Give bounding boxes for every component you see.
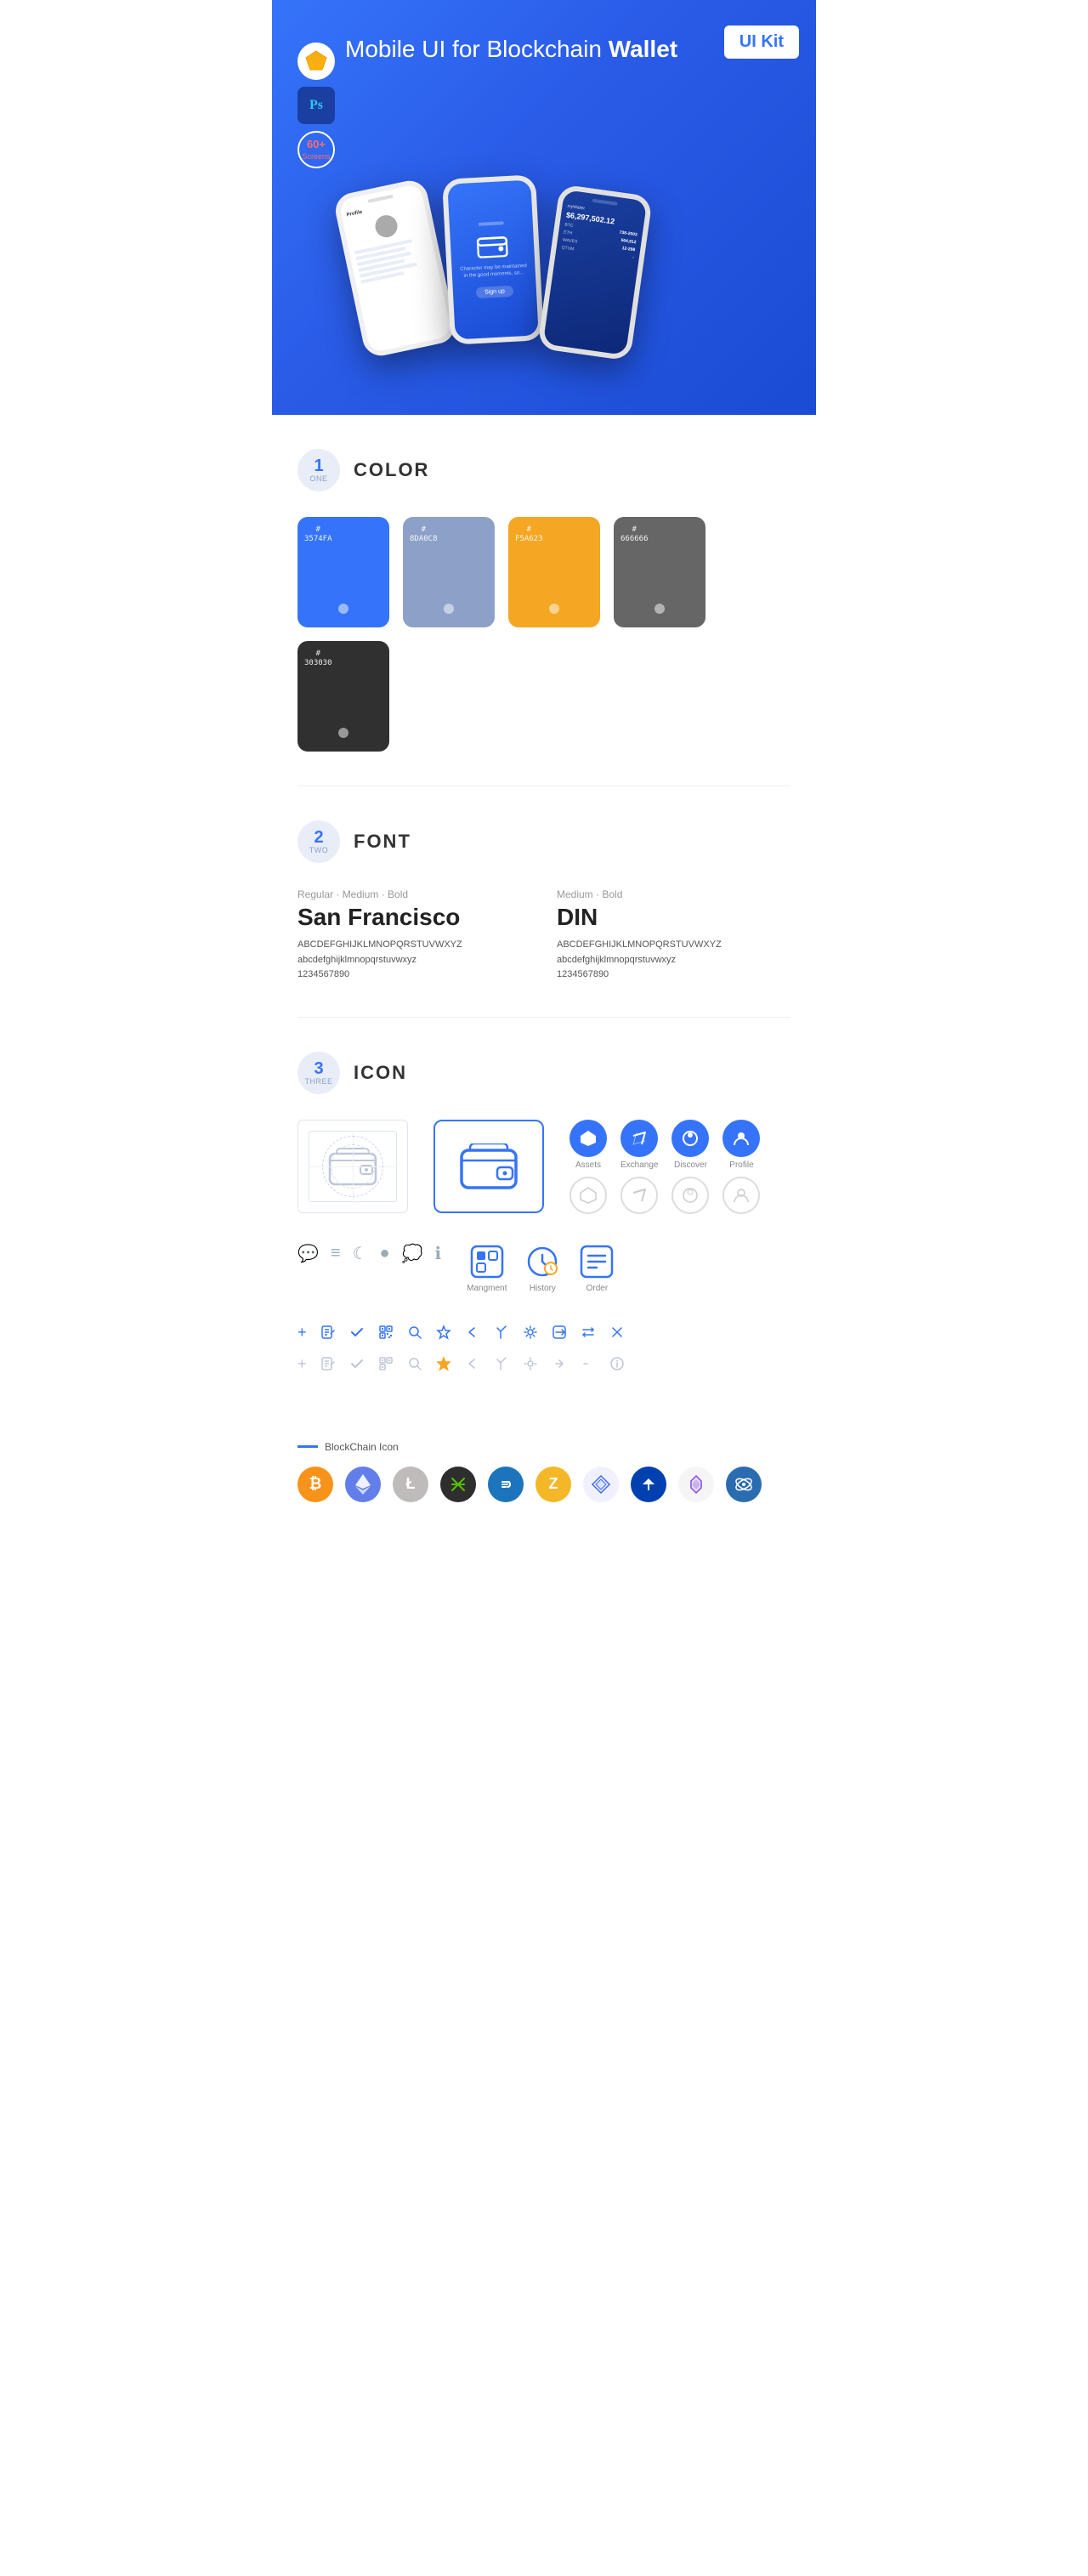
blockchain-label-text: BlockChain Icon — [325, 1441, 399, 1453]
gray-icons: 💬 ≡ ☾ ● 💭 ℹ — [298, 1243, 441, 1264]
swap-icon — [581, 1325, 596, 1340]
crypto-matic — [678, 1467, 714, 1502]
wallet-icons-row: Assets Exchange — [298, 1120, 790, 1214]
plus-icon-gray: + — [298, 1355, 307, 1373]
crypto-ethereum — [345, 1467, 381, 1502]
share-icon — [494, 1325, 509, 1340]
font-section: 2 TWO FONT Regular · Medium · Bold San F… — [272, 786, 816, 1017]
color-section: 1 ONE COLOR #3574FA #8DA0C8 #F5A623 #666… — [272, 415, 816, 786]
small-icon-row-gray: + — [298, 1350, 790, 1387]
wallet-solid-icon — [460, 1143, 518, 1189]
assets-icon — [579, 1129, 598, 1148]
section-number-2: 2 TWO — [298, 820, 340, 863]
history-icon-svg — [524, 1243, 561, 1280]
section-number-1: 1 ONE — [298, 449, 340, 491]
color-swatches: #3574FA #8DA0C8 #F5A623 #666666 #303030 — [298, 517, 790, 752]
close-icon — [609, 1325, 625, 1340]
check-icon — [349, 1325, 365, 1340]
sketch-badge — [298, 43, 335, 80]
hero-section: Ps 60+Screens Mobile UI for Blockchain W… — [272, 0, 816, 415]
font-san-francisco: Regular · Medium · Bold San Francisco AB… — [298, 888, 531, 983]
moon-icon: ☾ — [353, 1243, 368, 1264]
plus-icon: + — [298, 1324, 307, 1342]
profile-icon — [732, 1129, 751, 1148]
icon-order: Order — [578, 1243, 615, 1293]
swatch-orange: #F5A623 — [508, 517, 600, 627]
icon-history: History — [524, 1243, 561, 1293]
back-icon-gray — [465, 1356, 480, 1371]
phone-mockup-3: myWallet $6,297,502.12 BTC 738-2003 ETH … — [537, 184, 653, 360]
exchange-icon — [630, 1129, 649, 1148]
icon-profile: Profile — [722, 1120, 760, 1214]
phone-mockup-2: Character may be maintained in the good … — [442, 174, 544, 344]
app-icons-row: Assets Exchange — [570, 1120, 760, 1214]
icon-mangment: Mangment — [467, 1243, 507, 1293]
font-din: Medium · Bold DIN ABCDEFGHIJKLMNOPQRSTUV… — [557, 888, 790, 983]
stack-icon: ≡ — [331, 1244, 341, 1263]
qr-icon — [378, 1325, 394, 1340]
star-icon-active — [436, 1356, 451, 1371]
icon-section: 3 THREE ICON — [272, 1018, 816, 1424]
screens-badge: 60+Screens — [298, 131, 335, 168]
circle-icon: ● — [380, 1244, 390, 1263]
crypto-zcash: Z — [536, 1467, 571, 1502]
phone-mockup-1: Profile — [332, 178, 458, 360]
icon-section-title: ICON — [354, 1062, 407, 1084]
discover-icon — [681, 1129, 700, 1148]
settings-icon — [523, 1325, 538, 1340]
crypto-chain — [726, 1467, 762, 1502]
icon-construction-box — [298, 1120, 408, 1213]
check-icon-gray — [349, 1356, 365, 1371]
crypto-grid — [583, 1467, 619, 1502]
order-icon-svg — [578, 1243, 615, 1280]
forward-icon-gray — [552, 1356, 567, 1371]
search-icon — [407, 1325, 422, 1340]
info-icon-gray — [609, 1356, 625, 1371]
back-icon — [465, 1325, 480, 1340]
section-number-3: 3 THREE — [298, 1052, 340, 1094]
swatch-dark: #303030 — [298, 641, 389, 752]
ui-kit-badge: UI Kit — [724, 26, 799, 59]
upload-icon — [552, 1325, 567, 1340]
qr-icon-gray — [378, 1356, 394, 1371]
blockchain-line — [298, 1445, 318, 1448]
close-x-icon-gray — [581, 1356, 596, 1371]
small-icon-row-colored: + — [298, 1319, 790, 1347]
crypto-litecoin: Ł — [393, 1467, 428, 1502]
app-named-icons: Mangment History O — [467, 1243, 615, 1293]
share-icon-gray — [494, 1356, 509, 1371]
document-edit-icon-gray — [320, 1356, 336, 1371]
utility-icons-row: 💬 ≡ ☾ ● 💭 ℹ Mangment — [298, 1234, 790, 1302]
swatch-gray: #666666 — [614, 517, 706, 627]
bubble-icon: 💭 — [402, 1243, 423, 1264]
crypto-waves — [631, 1467, 666, 1502]
icon-exchange: Exchange — [620, 1120, 658, 1214]
document-edit-icon — [320, 1325, 336, 1340]
swatch-gray-blue: #8DA0C8 — [403, 517, 495, 627]
info-icon: ℹ — [435, 1243, 442, 1264]
icon-discover: Discover — [672, 1120, 709, 1214]
swatch-blue: #3574FA — [298, 517, 389, 627]
font-section-title: FONT — [354, 831, 411, 853]
chat-icon: 💬 — [298, 1243, 319, 1264]
color-section-title: COLOR — [354, 459, 429, 481]
crypto-bitcoin: ₿ — [298, 1467, 333, 1502]
settings-icon-gray — [523, 1356, 538, 1371]
icon-assets: Assets — [570, 1120, 607, 1214]
star-icon — [436, 1325, 451, 1340]
search-icon-gray — [407, 1356, 422, 1371]
ps-badge: Ps — [298, 87, 335, 124]
blockchain-section: BlockChain Icon ₿ Ł Z — [272, 1424, 816, 1536]
crypto-neo — [440, 1467, 476, 1502]
crypto-dash — [488, 1467, 524, 1502]
crypto-icons-row: ₿ Ł Z — [298, 1467, 790, 1502]
mangment-icon-svg — [468, 1243, 506, 1280]
wallet-solid-icon-box — [434, 1120, 544, 1213]
font-grid: Regular · Medium · Bold San Francisco AB… — [298, 888, 790, 983]
